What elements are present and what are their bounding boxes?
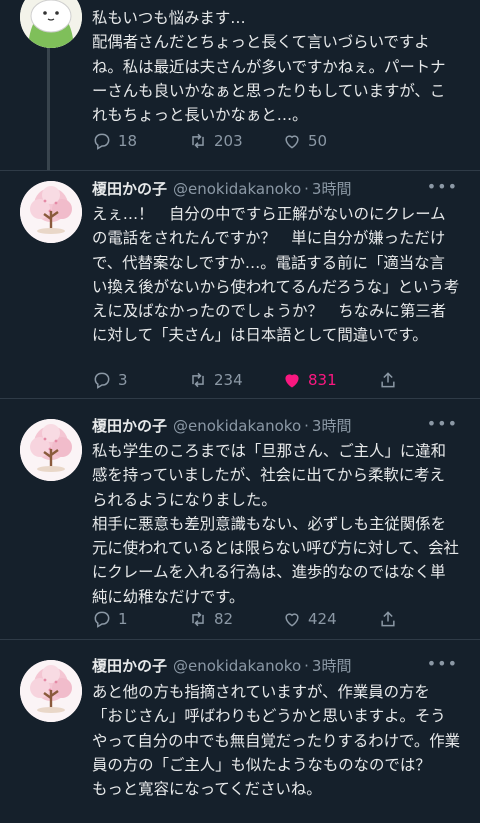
timestamp[interactable]: 3時間 [312,657,352,675]
separator-dot: · [304,180,309,198]
tweet-2[interactable]: 榎田かの子 @enokidakanoko · 3時間 ••• えぇ…！ 自分の中ですら… [0,171,480,398]
user-handle[interactable]: @enokidakanoko [173,657,301,675]
tweet-text: えぇ…！ 自分の中ですら正解がないのにクレームの電話をされたんですか？ 単に自分… [92,205,460,345]
like-count: 50 [308,132,328,150]
like-button[interactable]: 50 [282,131,327,151]
thread-line [47,48,50,170]
retweet-icon [192,372,204,388]
cherry-tree-avatar-icon [20,660,82,722]
reply-icon [94,372,110,389]
timestamp[interactable]: 3時間 [312,180,352,198]
more-options-icon[interactable]: ••• [427,654,458,673]
retweet-button[interactable]: 234 [188,370,243,390]
avatar-enokida[interactable] [20,660,82,722]
retweet-count: 82 [214,610,234,628]
tweet-1[interactable]: 私もいつも悩みます… 配偶者さんだとちょっと長くて言いづらいですよね。私は最近は… [0,0,480,170]
reply-button[interactable]: 3 [92,370,128,390]
tweet-text: 私も学生のころまでは「旦那さん、ご主人」に違和感を持っていましたが、社会に出てか… [92,442,459,606]
tweet-header: 榎田かの子 @enokidakanoko · 3時間 [92,414,351,438]
like-button[interactable]: 831 [282,370,337,390]
share-button[interactable] [378,370,404,390]
cherry-tree-avatar-icon [20,181,82,243]
reply-button[interactable]: 18 [92,131,137,151]
tweet-header: 榎田かの子 @enokidakanoko · 3時間 [92,654,351,678]
separator-dot: · [304,417,309,435]
more-options-icon[interactable]: ••• [427,414,458,433]
separator-dot: · [304,657,309,675]
like-button[interactable]: 424 [282,609,337,629]
retweet-icon [192,133,204,149]
display-name[interactable]: 榎田かの子 [92,417,167,435]
tweet-actions: 1 82 424 [92,609,462,631]
onigiri-avatar-icon [20,0,82,48]
timestamp[interactable]: 3時間 [312,417,352,435]
reply-count: 3 [118,371,128,389]
user-handle[interactable]: @enokidakanoko [173,180,301,198]
display-name[interactable]: 榎田かの子 [92,180,167,198]
avatar-enokida[interactable] [20,181,82,243]
retweet-count: 234 [214,371,243,389]
tweet-3[interactable]: 榎田かの子 @enokidakanoko · 3時間 ••• 私も学生のころまでは「旦… [0,399,480,639]
more-options-icon[interactable]: ••• [427,177,458,196]
retweet-count: 203 [214,132,243,150]
tweet-text: 私もいつも悩みます… 配偶者さんだとちょっと長くて言いづらいですよね。私は最近は… [92,9,446,125]
cherry-tree-avatar-icon [20,419,82,481]
tweet-header: 榎田かの子 @enokidakanoko · 3時間 [92,177,351,201]
user-handle[interactable]: @enokidakanoko [173,417,301,435]
tweet-actions: 3 234 831 [92,370,462,392]
reply-icon [94,133,110,150]
heart-icon [285,135,299,149]
avatar-enokida[interactable] [20,419,82,481]
reply-icon [94,611,110,628]
tweet-4[interactable]: 榎田かの子 @enokidakanoko · 3時間 ••• あと他の方も指摘されてい… [0,640,480,823]
avatar-user-1[interactable] [20,0,82,48]
reply-count: 18 [118,132,138,150]
tweet-text: あと他の方も指摘されていますが、作業員の方を「おじさん」呼ばわりもどうかと思いま… [92,683,460,799]
display-name[interactable]: 榎田かの子 [92,657,167,675]
retweet-button[interactable]: 203 [188,131,243,151]
share-icon [381,372,395,388]
like-count: 831 [308,371,337,389]
heart-icon [285,613,299,627]
retweet-icon [192,611,204,627]
tweet-actions: 18 203 50 [92,131,462,153]
like-count: 424 [308,610,337,628]
reply-count: 1 [118,610,128,628]
heart-filled-icon [285,374,299,388]
share-button[interactable] [378,609,404,629]
retweet-button[interactable]: 82 [188,609,233,629]
share-icon [381,611,395,627]
reply-button[interactable]: 1 [92,609,128,629]
